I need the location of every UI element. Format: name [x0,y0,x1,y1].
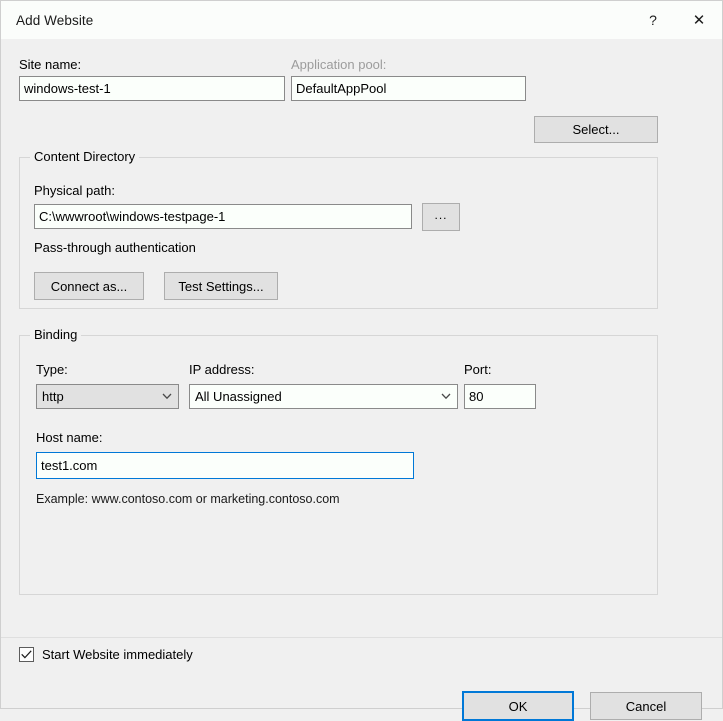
help-icon[interactable]: ? [630,1,676,39]
application-pool-field-group: Application pool: [291,57,526,101]
binding-type-select[interactable]: http [36,384,179,409]
physical-path-input[interactable] [34,204,412,229]
binding-port-input[interactable] [464,384,536,409]
checkbox-checked-icon[interactable] [19,647,34,662]
chevron-down-icon [156,393,178,400]
dialog-body: Site name: Application pool: Select... C… [1,39,722,721]
title-bar-buttons: ? ✕ [630,1,722,39]
application-pool-label: Application pool: [291,57,387,72]
physical-path-label: Physical path: [34,183,115,198]
binding-host-input[interactable] [36,452,414,479]
binding-type-label: Type: [36,362,68,377]
binding-type-value: http [42,389,64,404]
site-name-field-group: Site name: [19,57,285,101]
window-title: Add Website [16,12,94,28]
binding-legend: Binding [30,327,82,342]
binding-ip-label: IP address: [189,362,255,377]
content-directory-legend: Content Directory [30,149,140,164]
browse-physical-path-button[interactable]: ... [422,203,460,231]
dialog-footer: Start Website immediately OK Cancel [1,637,722,721]
binding-host-label: Host name: [36,430,103,445]
binding-ip-value: All Unassigned [195,389,282,404]
application-pool-input [291,76,526,101]
connect-as-button[interactable]: Connect as... [34,272,144,300]
select-app-pool-button[interactable]: Select... [534,116,658,143]
pass-through-authentication-text: Pass-through authentication [34,240,196,255]
chevron-down-icon [435,393,457,400]
site-name-input[interactable] [19,76,285,101]
title-bar: Add Website ? ✕ [1,1,722,39]
site-name-label: Site name: [19,57,82,72]
add-website-dialog: Add Website ? ✕ Site name: Application p… [0,0,723,721]
start-website-checkbox-label: Start Website immediately [42,647,193,662]
binding-port-label: Port: [464,362,492,377]
close-icon[interactable]: ✕ [676,1,722,39]
ok-button[interactable]: OK [462,691,574,721]
host-name-example-text: Example: www.contoso.com or marketing.co… [36,492,340,506]
start-website-checkbox-row[interactable]: Start Website immediately [19,647,193,662]
binding-ip-select[interactable]: All Unassigned [189,384,458,409]
cancel-button[interactable]: Cancel [590,692,702,720]
test-settings-button[interactable]: Test Settings... [164,272,278,300]
